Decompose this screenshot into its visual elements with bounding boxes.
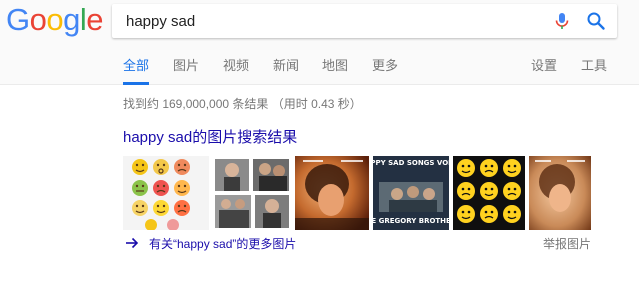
tab-more[interactable]: 更多 [372, 52, 398, 85]
tab-maps[interactable]: 地图 [322, 52, 348, 85]
tab-tools[interactable]: 工具 [581, 52, 607, 85]
album-portrait-image [295, 156, 369, 230]
search-header: Google 全部 图片 视频 新闻 地图 更多 设置 工具 [0, 0, 639, 85]
logo-letter: o [29, 2, 47, 37]
yellow-emoji-image [453, 156, 525, 230]
arrow-right-icon [126, 237, 139, 249]
tab-videos[interactable]: 视频 [223, 52, 249, 85]
search-icon[interactable] [586, 11, 606, 31]
search-box[interactable] [112, 4, 617, 38]
logo-letter: o [46, 2, 64, 37]
image-thumbnail[interactable] [295, 156, 369, 230]
images-heading-link[interactable]: happy sad的图片搜索结果 [123, 126, 297, 147]
microphone-icon[interactable] [553, 12, 571, 30]
image-thumbnail[interactable] [213, 156, 291, 230]
image-thumbnail[interactable] [123, 156, 209, 230]
album-title-top: HAPPY SAD SONGS VOL. II [373, 159, 449, 167]
logo-letter: g [63, 2, 80, 37]
more-images-label: 有关“happy sad”的更多图片 [149, 237, 297, 251]
gregory-album-image: HAPPY SAD SONGS VOL. II THE GREGORY BROT… [373, 156, 449, 230]
album-title-bottom: THE GREGORY BROTHERS [373, 217, 449, 225]
band-photo-image [213, 156, 291, 230]
search-input[interactable] [126, 4, 526, 38]
google-logo[interactable]: Google [6, 2, 104, 38]
report-images-link[interactable]: 举报图片 [543, 235, 591, 252]
image-thumbnail[interactable] [453, 156, 525, 230]
image-thumbnail[interactable]: HAPPY SAD SONGS VOL. II THE GREGORY BROT… [373, 156, 449, 230]
tab-settings[interactable]: 设置 [531, 52, 557, 85]
image-thumbnail[interactable] [529, 156, 591, 230]
album-portrait-light-image [529, 156, 591, 230]
search-tabs: 全部 图片 视频 新闻 地图 更多 设置 工具 [0, 52, 639, 85]
search-results-page: Google 全部 图片 视频 新闻 地图 更多 设置 工具 找到约 169, [0, 0, 639, 281]
result-stats: 找到约 169,000,000 条结果 （用时 0.43 秒） [123, 97, 362, 111]
tab-news[interactable]: 新闻 [273, 52, 299, 85]
logo-letter: e [86, 2, 104, 37]
logo-letter: G [6, 2, 30, 37]
tab-images[interactable]: 图片 [173, 52, 199, 85]
emoji-faces-image [132, 159, 190, 230]
tab-all[interactable]: 全部 [123, 52, 149, 85]
